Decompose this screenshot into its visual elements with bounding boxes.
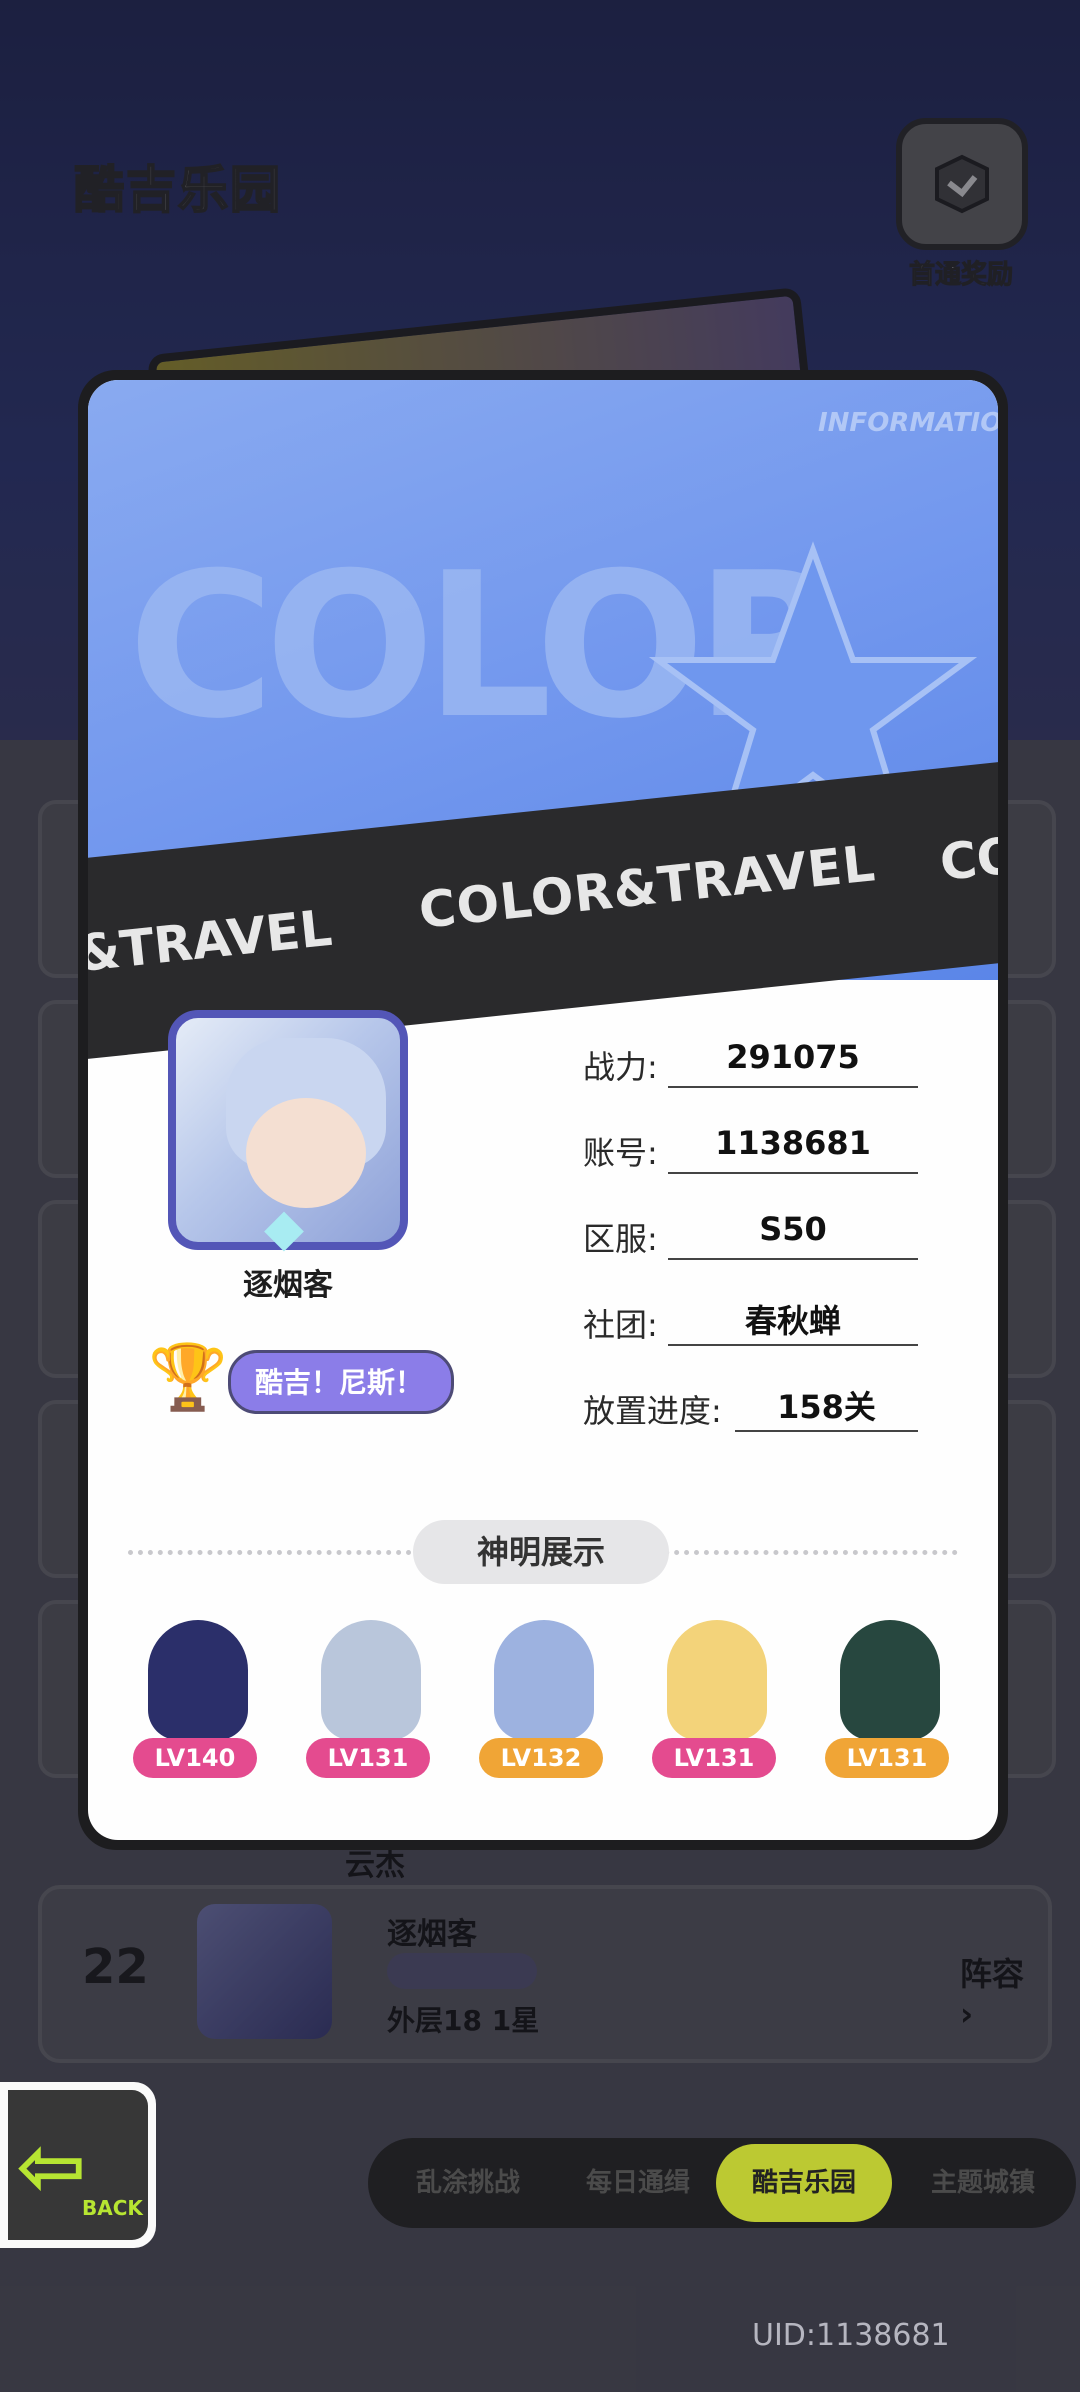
god-level: LV132 [479, 1738, 603, 1778]
diamond-icon: ◆ [264, 1198, 304, 1258]
god-showcase-item[interactable]: LV131 [306, 1620, 436, 1778]
section-title: 神明展示 [413, 1520, 669, 1584]
god-character [667, 1620, 767, 1740]
strip-text-right: CO [937, 826, 998, 892]
uid-label: UID:1138681 [752, 2318, 950, 2353]
god-level: LV140 [133, 1738, 257, 1778]
god-showcase-item[interactable]: LV131 [652, 1620, 782, 1778]
god-character [321, 1620, 421, 1740]
tab-kuji-park[interactable]: 酷吉乐园 [716, 2144, 892, 2222]
god-showcase-item[interactable]: LV140 [133, 1620, 263, 1778]
god-showcase-item[interactable]: LV131 [825, 1620, 955, 1778]
trophy-icon: 🏆 [148, 1341, 228, 1415]
info-tag: INFORMATION [818, 408, 998, 438]
god-level: LV131 [652, 1738, 776, 1778]
title-badge: 酷吉！尼斯！ [228, 1350, 454, 1414]
god-character [494, 1620, 594, 1740]
bottom-tab-bar: 乱涂挑战 每日通缉 酷吉乐园 主题城镇 [368, 2138, 1076, 2228]
player-portrait: ◆ [168, 1010, 408, 1258]
god-level: LV131 [825, 1738, 949, 1778]
tab-doodle-challenge[interactable]: 乱涂挑战 [388, 2138, 548, 2228]
tab-daily-wanted[interactable]: 每日通缉 [558, 2138, 718, 2228]
back-arrow-icon: ⇦ [16, 2117, 87, 2215]
player-info-card: COLOR INFORMATION COLOR&TRAVEL &TRAVEL C… [78, 370, 1008, 1850]
god-showcase-item[interactable]: LV132 [479, 1620, 609, 1778]
title-badge-label: 酷吉！尼斯！ [255, 1366, 424, 1399]
back-label: BACK [82, 2196, 143, 2220]
god-level: LV131 [306, 1738, 430, 1778]
back-button[interactable]: ⇦ BACK [0, 2082, 156, 2248]
player-name: 逐烟客 [243, 1268, 333, 1303]
tab-theme-town[interactable]: 主题城镇 [903, 2138, 1063, 2228]
god-character [840, 1620, 940, 1740]
god-character [148, 1620, 248, 1740]
